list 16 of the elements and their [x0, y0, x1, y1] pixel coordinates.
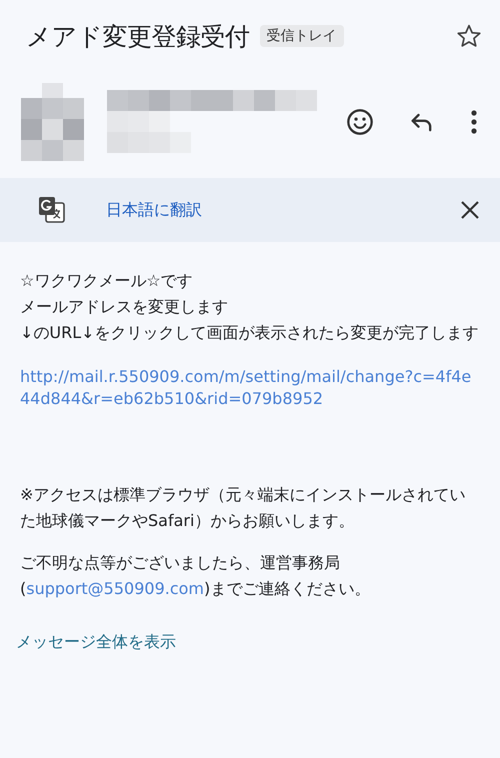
more-icon[interactable]	[470, 109, 478, 135]
email-subject: メアド変更登録受付	[26, 20, 250, 52]
message-line: メールアドレスを変更します	[20, 296, 228, 318]
email-link[interactable]: support@550909.com	[26, 579, 204, 598]
url-link[interactable]: http://mail.r.550909.com/m/setting/mail/change?c=4f4e44d844&r=eb62b510&rid=079b8952	[20, 366, 480, 410]
translate-link[interactable]: 日本語に翻訳	[106, 200, 202, 220]
contact-paragraph: ご不明な点等がございましたら、運営事務局(support@550909.com)までご連絡ください。	[20, 552, 372, 600]
star-icon[interactable]	[456, 23, 482, 49]
translate-icon	[38, 196, 66, 224]
emoji-icon[interactable]	[346, 108, 374, 136]
message-line: ☆ワクワクメール☆です	[20, 270, 193, 292]
message-line: ↓のURL↓をクリックして画面が表示されたら変更が完了します	[20, 322, 479, 344]
notice-paragraph: ※アクセスは標準ブラウザ（元々端末にインストールされていた地球儀マークやSafari）からお願いします。	[20, 484, 466, 532]
close-icon[interactable]	[460, 200, 480, 220]
show-full-message-link[interactable]: メッセージ全体を表示	[16, 632, 500, 653]
inbox-label: 受信トレイ	[260, 25, 344, 47]
